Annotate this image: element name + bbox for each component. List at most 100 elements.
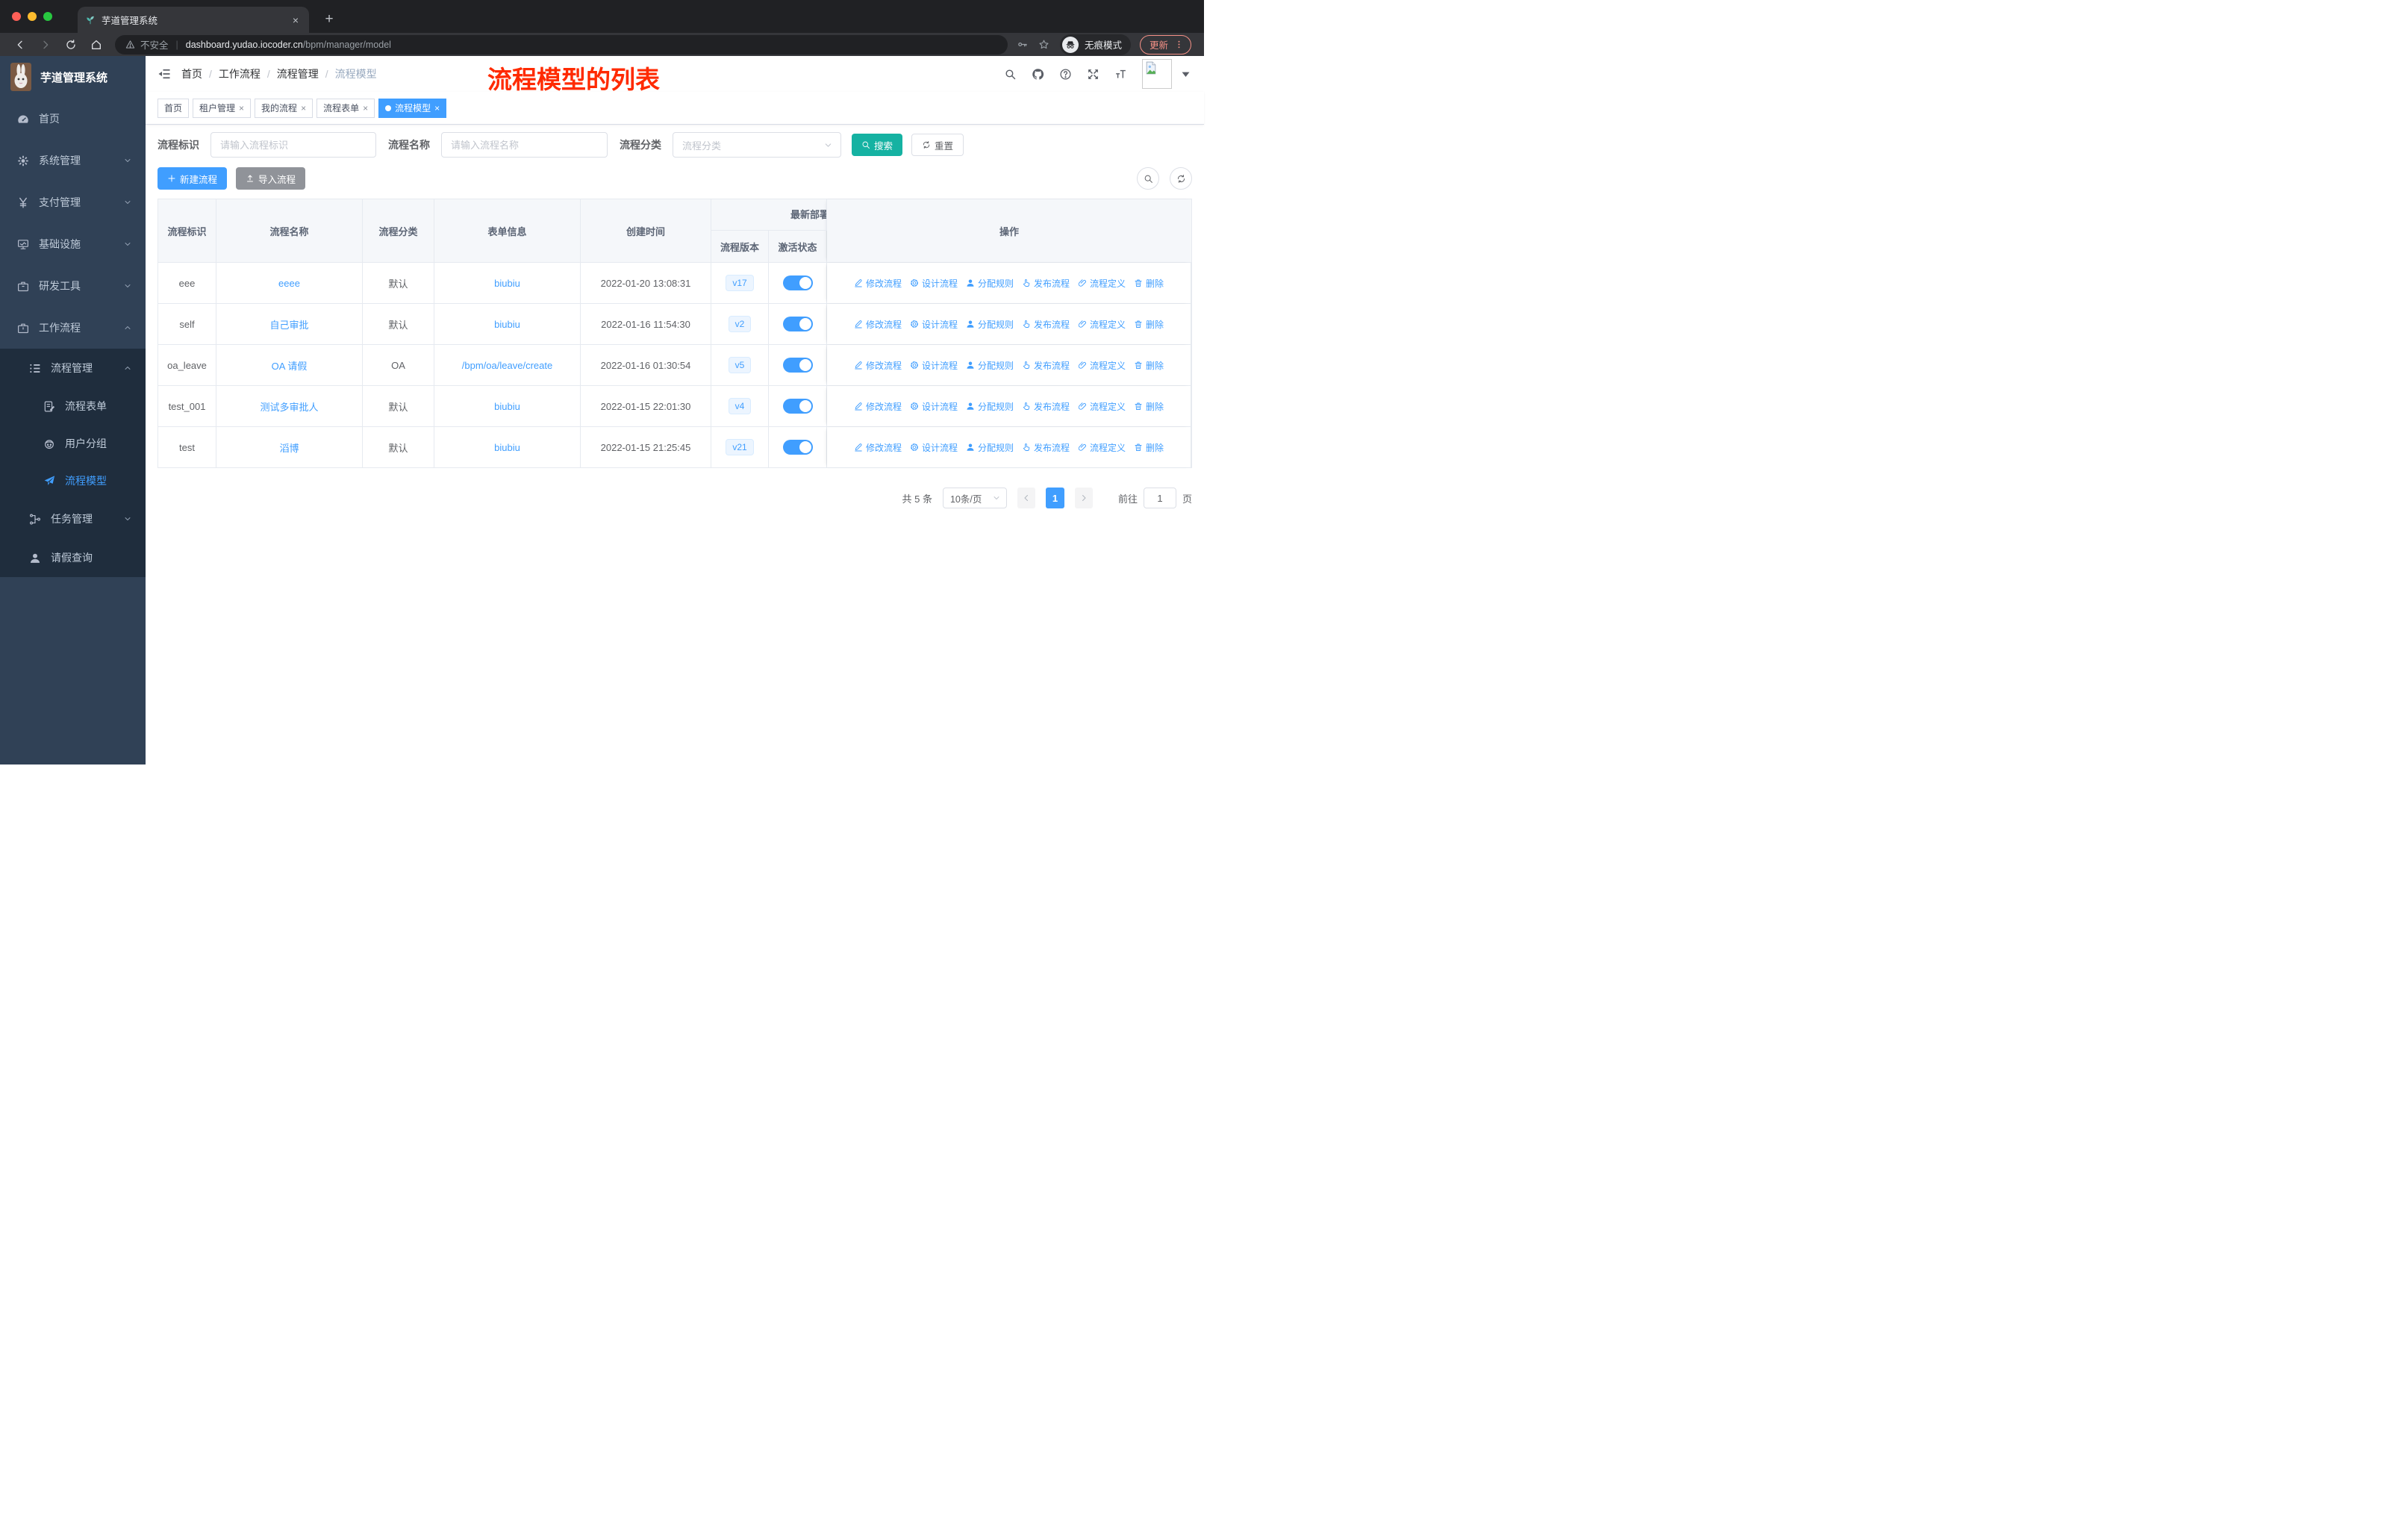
action-assign-link[interactable]: 分配规则 <box>966 400 1014 413</box>
tag-my-process[interactable]: 我的流程 × <box>255 98 314 118</box>
action-publish-link[interactable]: 发布流程 <box>1022 318 1070 331</box>
prev-page-button[interactable] <box>1017 488 1035 508</box>
action-definition-link[interactable]: 流程定义 <box>1078 400 1126 413</box>
close-icon[interactable]: × <box>363 103 368 113</box>
current-page-button[interactable]: 1 <box>1045 488 1064 508</box>
action-edit-link[interactable]: 修改流程 <box>854 318 902 331</box>
action-assign-link[interactable]: 分配规则 <box>966 277 1014 290</box>
close-icon[interactable]: × <box>301 103 306 113</box>
action-assign-link[interactable]: 分配规则 <box>966 441 1014 454</box>
action-delete-link[interactable]: 删除 <box>1134 441 1164 454</box>
action-delete-link[interactable]: 删除 <box>1134 400 1164 413</box>
action-definition-link[interactable]: 流程定义 <box>1078 359 1126 372</box>
toggle-search-button[interactable] <box>1137 167 1159 190</box>
new-tab-button[interactable]: + <box>319 11 339 28</box>
action-publish-link[interactable]: 发布流程 <box>1022 359 1070 372</box>
action-definition-link[interactable]: 流程定义 <box>1078 441 1126 454</box>
sidebar-item-home[interactable]: 首页 <box>0 98 146 140</box>
form-info-link[interactable]: biubiu <box>494 278 520 289</box>
process-key-input[interactable] <box>210 132 376 158</box>
window-controls[interactable] <box>12 12 52 21</box>
sidebar-item-devtools[interactable]: 研发工具 <box>0 265 146 307</box>
next-page-button[interactable] <box>1074 488 1093 508</box>
minimize-window-button[interactable] <box>28 12 37 21</box>
sidebar-item-task-mgmt[interactable]: 任务管理 <box>0 499 146 538</box>
sidebar-item-process-mgmt[interactable]: 流程管理 <box>0 349 146 387</box>
close-window-button[interactable] <box>12 12 21 21</box>
action-edit-link[interactable]: 修改流程 <box>854 441 902 454</box>
sidebar-item-infra[interactable]: 基础设施 <box>0 223 146 265</box>
page-size-select[interactable]: 10条/页 <box>942 488 1007 508</box>
user-avatar[interactable] <box>1142 59 1172 89</box>
github-icon[interactable] <box>1032 68 1044 81</box>
breadcrumb-workflow[interactable]: 工作流程 <box>219 66 261 81</box>
home-icon[interactable] <box>90 39 102 51</box>
action-design-link[interactable]: 设计流程 <box>910 400 958 413</box>
action-definition-link[interactable]: 流程定义 <box>1078 277 1126 290</box>
action-publish-link[interactable]: 发布流程 <box>1022 441 1070 454</box>
tag-process-model[interactable]: 流程模型 × <box>378 98 447 118</box>
browser-tab[interactable]: 芋道管理系统 × <box>78 7 309 33</box>
breadcrumb-home[interactable]: 首页 <box>181 66 202 81</box>
sidebar-item-system[interactable]: 系统管理 <box>0 140 146 181</box>
action-edit-link[interactable]: 修改流程 <box>854 359 902 372</box>
category-select[interactable]: 流程分类 <box>673 132 841 158</box>
active-toggle[interactable] <box>782 440 813 455</box>
security-label[interactable]: 不安全 <box>140 37 169 52</box>
sidebar-item-user-group[interactable]: 用户分组 <box>0 425 146 462</box>
active-toggle[interactable] <box>782 358 813 373</box>
tag-tenant[interactable]: 租户管理 × <box>193 98 252 118</box>
form-info-link[interactable]: /bpm/oa/leave/create <box>462 360 552 371</box>
process-name-input[interactable] <box>441 132 608 158</box>
action-edit-link[interactable]: 修改流程 <box>854 277 902 290</box>
goto-page-input[interactable] <box>1143 488 1176 508</box>
action-publish-link[interactable]: 发布流程 <box>1022 400 1070 413</box>
action-assign-link[interactable]: 分配规则 <box>966 318 1014 331</box>
sidebar-item-leave-query[interactable]: 请假查询 <box>0 538 146 577</box>
form-info-link[interactable]: biubiu <box>494 401 520 412</box>
process-name-link[interactable]: eeee <box>278 278 300 289</box>
tab-close-icon[interactable]: × <box>290 14 302 26</box>
help-icon[interactable] <box>1059 68 1072 81</box>
process-name-link[interactable]: 滔博 <box>279 440 299 455</box>
action-delete-link[interactable]: 删除 <box>1134 277 1164 290</box>
bookmark-star-icon[interactable] <box>1038 39 1049 50</box>
breadcrumb-process-mgmt[interactable]: 流程管理 <box>277 66 319 81</box>
tag-home[interactable]: 首页 <box>157 98 190 118</box>
process-name-link[interactable]: 自己审批 <box>269 317 308 331</box>
back-icon[interactable] <box>14 39 26 51</box>
process-name-link[interactable]: OA 请假 <box>272 358 308 373</box>
search-button[interactable]: 搜索 <box>852 134 903 156</box>
action-definition-link[interactable]: 流程定义 <box>1078 318 1126 331</box>
close-icon[interactable]: × <box>434 103 440 113</box>
form-info-link[interactable]: biubiu <box>494 319 520 330</box>
form-info-link[interactable]: biubiu <box>494 442 520 453</box>
action-delete-link[interactable]: 删除 <box>1134 318 1164 331</box>
sidebar-item-process-form[interactable]: 流程表单 <box>0 387 146 425</box>
sidebar-fold-icon[interactable] <box>157 67 171 81</box>
header-search-icon[interactable] <box>1004 68 1017 81</box>
action-edit-link[interactable]: 修改流程 <box>854 400 902 413</box>
action-delete-link[interactable]: 删除 <box>1134 359 1164 372</box>
create-process-button[interactable]: 新建流程 <box>157 167 228 190</box>
import-process-button[interactable]: 导入流程 <box>236 167 306 190</box>
sidebar-item-workflow[interactable]: 工作流程 <box>0 307 146 349</box>
maximize-window-button[interactable] <box>43 12 52 21</box>
address-bar[interactable]: 不安全 | dashboard.yudao.iocoder.cn/bpm/man… <box>115 34 1008 55</box>
close-icon[interactable]: × <box>239 103 244 113</box>
action-design-link[interactable]: 设计流程 <box>910 441 958 454</box>
action-publish-link[interactable]: 发布流程 <box>1022 277 1070 290</box>
action-design-link[interactable]: 设计流程 <box>910 277 958 290</box>
reset-button[interactable]: 重置 <box>911 134 964 156</box>
sidebar-item-process-model[interactable]: 流程模型 <box>0 462 146 499</box>
active-toggle[interactable] <box>782 317 813 331</box>
action-design-link[interactable]: 设计流程 <box>910 318 958 331</box>
password-key-icon[interactable] <box>1017 39 1028 50</box>
active-toggle[interactable] <box>782 399 813 414</box>
action-assign-link[interactable]: 分配规则 <box>966 359 1014 372</box>
process-name-link[interactable]: 测试多审批人 <box>260 399 318 414</box>
refresh-table-button[interactable] <box>1170 167 1192 190</box>
tag-process-form[interactable]: 流程表单 × <box>316 98 375 118</box>
font-size-icon[interactable] <box>1114 68 1127 81</box>
action-design-link[interactable]: 设计流程 <box>910 359 958 372</box>
